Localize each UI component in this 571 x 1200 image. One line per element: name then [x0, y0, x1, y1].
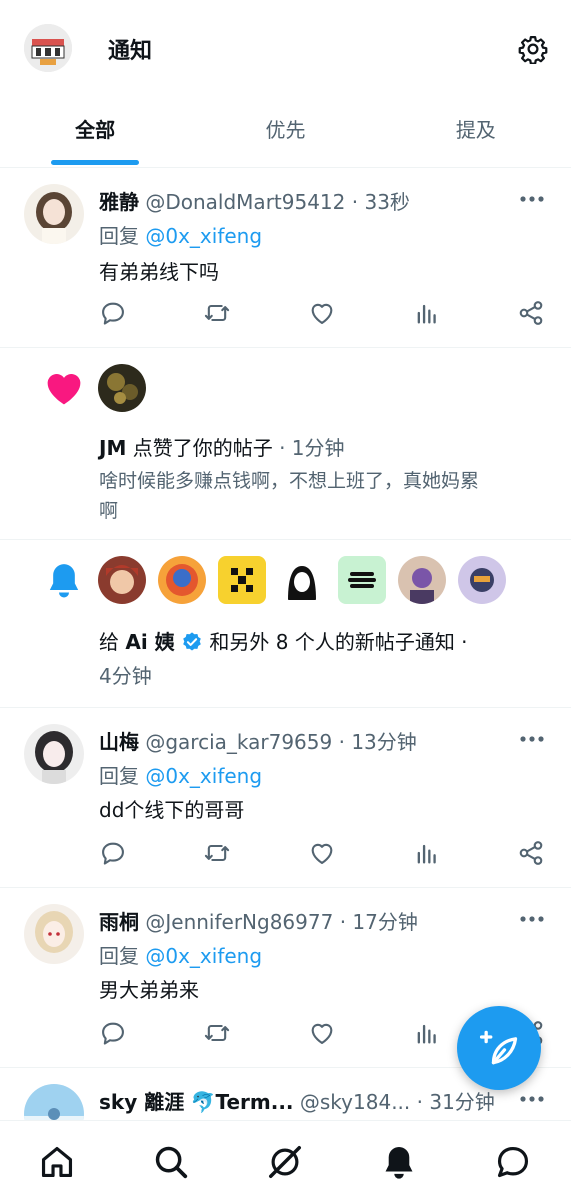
- bell-text: 给 Ai 姨 和另外 8 个人的新帖子通知 ·: [99, 630, 468, 654]
- tab-mentions[interactable]: 提及: [381, 96, 571, 167]
- more-icon[interactable]: [518, 1094, 546, 1104]
- user-name[interactable]: 山梅: [99, 730, 139, 754]
- gear-icon[interactable]: [518, 34, 548, 64]
- avatar[interactable]: [398, 556, 446, 604]
- verified-badge-icon: [183, 632, 201, 651]
- avatar[interactable]: [24, 184, 84, 244]
- list-item[interactable]: 给 Ai 姨 和另外 8 个人的新帖子通知 · 4分钟: [0, 540, 571, 708]
- user-name[interactable]: 雨桐: [99, 910, 139, 934]
- post-text: 男大弟弟来: [99, 978, 199, 1002]
- profile-avatar[interactable]: [24, 24, 72, 72]
- dolphin-icon: 🐬: [190, 1090, 216, 1114]
- avatar[interactable]: [24, 724, 84, 784]
- tab-priority[interactable]: 优先: [190, 96, 380, 167]
- list-item[interactable]: 雅静 @DonaldMart95412 · 33秒 回复 @0x_xifeng …: [0, 168, 571, 348]
- user-name[interactable]: Ai 姨: [125, 630, 174, 654]
- reply-header: 山梅 @garcia_kar79659 · 13分钟: [99, 730, 417, 754]
- messages-icon[interactable]: [494, 1143, 532, 1181]
- like-icon[interactable]: [308, 1019, 336, 1047]
- like-icon[interactable]: [308, 839, 336, 867]
- compose-feather-icon: [479, 1030, 518, 1065]
- user-name[interactable]: sky 離涯: [99, 1090, 184, 1114]
- post-text: 有弟弟线下吗: [99, 260, 219, 284]
- like-text: JM 点赞了你的帖子 · 1分钟: [99, 436, 345, 460]
- header: 通知: [0, 0, 571, 96]
- home-icon[interactable]: [38, 1143, 76, 1181]
- post-text: dd个线下的哥哥: [99, 798, 245, 822]
- active-tab-indicator: [51, 160, 139, 165]
- like-icon[interactable]: [308, 299, 336, 327]
- user-handle[interactable]: @JenniferNg86977: [145, 910, 333, 934]
- share-icon[interactable]: [517, 299, 545, 327]
- reply-icon[interactable]: [99, 1019, 127, 1047]
- analytics-icon[interactable]: [413, 839, 441, 867]
- tab-bar: 全部 优先 提及: [0, 96, 571, 168]
- compose-button[interactable]: [457, 1006, 541, 1090]
- share-icon[interactable]: [517, 839, 545, 867]
- reply-context: 回复 @0x_xifeng: [99, 944, 263, 968]
- list-item[interactable]: 山梅 @garcia_kar79659 · 13分钟 回复 @0x_xifeng…: [0, 708, 571, 888]
- user-handle[interactable]: @sky184...: [300, 1090, 410, 1114]
- timestamp: 1分钟: [291, 436, 345, 460]
- user-name[interactable]: 雅静: [99, 190, 139, 214]
- avatar[interactable]: [98, 556, 146, 604]
- timestamp: 33秒: [364, 190, 410, 214]
- search-icon[interactable]: [152, 1143, 190, 1181]
- reply-context: 回复 @0x_xifeng: [99, 764, 263, 788]
- mention-link[interactable]: @0x_xifeng: [145, 224, 262, 248]
- more-icon[interactable]: [518, 194, 546, 204]
- reply-header: 雨桐 @JenniferNg86977 · 17分钟: [99, 910, 418, 934]
- repost-icon[interactable]: [203, 839, 231, 867]
- action-bar: [99, 299, 549, 329]
- timestamp: 17分钟: [352, 910, 418, 934]
- reply-context: 回复 @0x_xifeng: [99, 224, 263, 248]
- tab-all[interactable]: 全部: [0, 96, 190, 167]
- mention-link[interactable]: @0x_xifeng: [145, 944, 262, 968]
- list-item[interactable]: JM 点赞了你的帖子 · 1分钟 啥时候能多赚点钱啊，不想上班了，真她妈累 啊: [0, 348, 571, 540]
- timestamp: 4分钟: [99, 664, 152, 688]
- avatar[interactable]: [24, 904, 84, 964]
- avatar[interactable]: [218, 556, 266, 604]
- more-icon[interactable]: [518, 734, 546, 744]
- avatar[interactable]: [278, 556, 326, 604]
- bottom-navigation: [0, 1120, 571, 1200]
- avatar[interactable]: [98, 364, 146, 412]
- avatar[interactable]: [338, 556, 386, 604]
- liked-post-text-cont: 啊: [99, 500, 119, 522]
- heart-icon: [47, 374, 81, 405]
- avatar[interactable]: [158, 556, 206, 604]
- user-handle[interactable]: @DonaldMart95412: [145, 190, 345, 214]
- avatar[interactable]: [24, 1084, 84, 1120]
- notifications-bell-icon[interactable]: [380, 1143, 418, 1181]
- timestamp: 13分钟: [351, 730, 417, 754]
- mention-link[interactable]: @0x_xifeng: [145, 764, 262, 788]
- user-handle[interactable]: @garcia_kar79659: [145, 730, 332, 754]
- reply-header: sky 離涯 🐬Term... @sky184... · 31分钟: [99, 1086, 495, 1115]
- bell-icon: [49, 564, 79, 598]
- more-icon[interactable]: [518, 914, 546, 924]
- user-name-suffix[interactable]: Term...: [215, 1090, 293, 1114]
- analytics-icon[interactable]: [413, 1019, 441, 1047]
- analytics-icon[interactable]: [413, 299, 441, 327]
- user-name[interactable]: JM: [99, 436, 126, 460]
- repost-icon[interactable]: [203, 1019, 231, 1047]
- reply-header: 雅静 @DonaldMart95412 · 33秒: [99, 190, 410, 214]
- repost-icon[interactable]: [203, 299, 231, 327]
- liked-post-text: 啥时候能多赚点钱啊，不想上班了，真她妈累: [99, 470, 480, 492]
- avatar[interactable]: [458, 556, 506, 604]
- reply-icon[interactable]: [99, 299, 127, 327]
- action-bar: [99, 839, 549, 869]
- grok-icon[interactable]: [266, 1143, 304, 1181]
- reply-icon[interactable]: [99, 839, 127, 867]
- timestamp: · 31分钟: [416, 1090, 495, 1114]
- page-title: 通知: [108, 39, 153, 64]
